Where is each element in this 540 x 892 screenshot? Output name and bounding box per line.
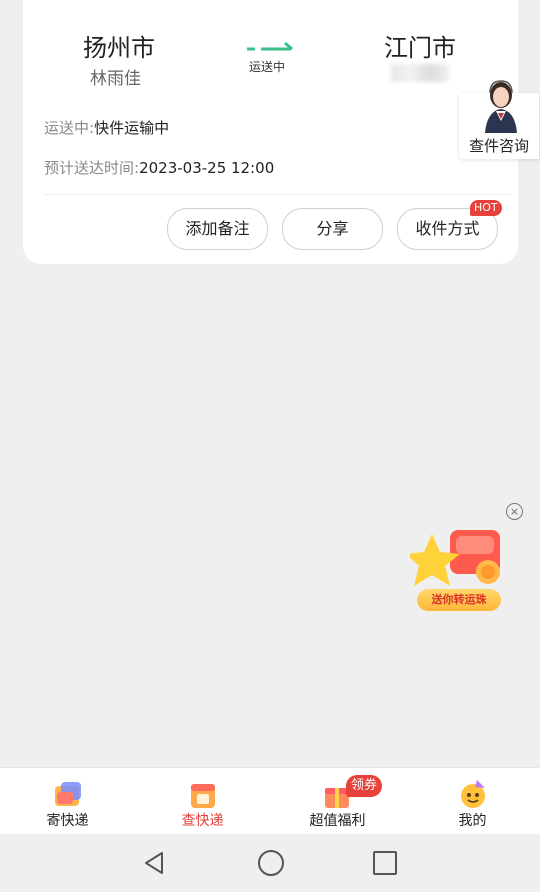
recent-apps-icon[interactable]	[373, 851, 397, 875]
bottom-tab-bar: 寄快递 查快递 超值福利 我的	[0, 767, 540, 834]
divider	[44, 194, 514, 195]
tab-label: 查快递	[181, 813, 224, 829]
add-note-button[interactable]: 添加备注	[167, 208, 268, 250]
shipment-card: 扬州市 林雨佳 运送中 江门市 运送中:快件运输中 预计送达时间:2023-03…	[23, 0, 518, 264]
consult-button[interactable]: 查件咨询	[459, 80, 539, 159]
back-icon[interactable]	[142, 851, 166, 875]
sender-name: 林雨佳	[90, 69, 141, 89]
coupon-badge: 领券	[346, 775, 383, 797]
profile-icon	[460, 780, 485, 808]
transit-arrow-icon	[247, 41, 293, 51]
transit-status-label: 运送中	[249, 60, 286, 74]
status-label: 运送中:	[44, 119, 95, 137]
hot-badge: HOT	[470, 200, 502, 216]
origin-city: 扬州市	[83, 34, 155, 62]
destination-city: 江门市	[384, 34, 456, 62]
share-button[interactable]: 分享	[282, 208, 383, 250]
home-icon[interactable]	[258, 850, 284, 876]
recipient-name-redacted	[391, 64, 449, 82]
send-package-icon	[54, 782, 81, 806]
consult-label: 查件咨询	[469, 137, 530, 155]
status-row: 运送中:快件运输中	[44, 117, 169, 138]
tab-label: 超值福利	[309, 813, 366, 829]
promo-label[interactable]: 送你转运珠	[417, 589, 501, 611]
eta-row: 预计送达时间:2023-03-25 12:00	[44, 157, 274, 178]
eta-value: 2023-03-25 12:00	[139, 159, 275, 177]
tab-label: 我的	[458, 813, 487, 829]
tab-profile[interactable]: 我的	[405, 768, 540, 834]
eta-label: 预计送达时间:	[44, 159, 140, 177]
tab-track[interactable]: 查快递	[135, 768, 270, 834]
track-package-icon	[190, 784, 215, 808]
customer-service-avatar-icon	[485, 80, 517, 133]
status-value: 快件运输中	[94, 119, 170, 137]
promo-close-icon[interactable]: ×	[506, 503, 523, 520]
tab-label: 寄快递	[46, 813, 89, 829]
tab-send[interactable]: 寄快递	[0, 768, 135, 834]
tab-benefits[interactable]: 超值福利	[270, 768, 405, 834]
